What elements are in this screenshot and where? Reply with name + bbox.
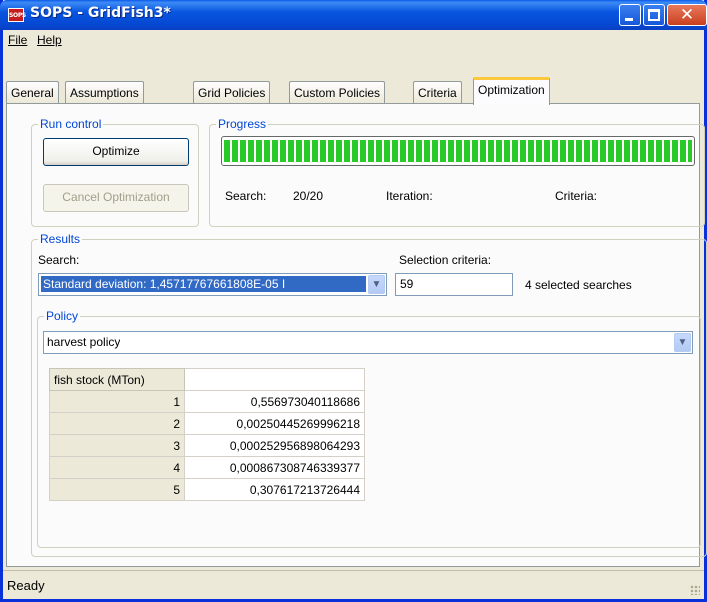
tab-optimization[interactable]: Optimization <box>473 77 550 105</box>
progress-bar-fill <box>224 140 692 162</box>
table-row: 3 0,000252956898064293 <box>49 434 365 457</box>
table-cell[interactable]: 0,556973040118686 <box>184 390 365 413</box>
maximize-button[interactable] <box>643 4 665 26</box>
table-row: 1 0,556973040118686 <box>49 390 365 413</box>
cancel-optimization-button[interactable]: Cancel Optimization <box>43 184 189 212</box>
search-select[interactable]: Standard deviation: 1,45717767661808E-05… <box>38 273 387 296</box>
tab-custom-policies[interactable]: Custom Policies <box>289 81 386 103</box>
table-row: 4 0,000867308746339377 <box>49 456 365 479</box>
close-icon: ✕ <box>679 5 695 25</box>
selected-searches-count: 4 selected searches <box>525 278 632 292</box>
resize-grip-icon[interactable] <box>690 585 700 595</box>
menu-file-label: File <box>8 33 28 47</box>
row-header[interactable]: 1 <box>49 390 185 413</box>
run-control-label: Run control <box>38 117 104 131</box>
optimization-progress-bar <box>221 136 695 166</box>
optimize-button[interactable]: Optimize <box>43 138 189 166</box>
tab-grid-policies[interactable]: Grid Policies <box>193 81 271 103</box>
tab-general[interactable]: General <box>6 81 59 103</box>
policy-label: Policy <box>44 309 81 323</box>
status-bar: Ready <box>3 570 704 599</box>
app-window: SOPS SOPS - GridFish3* ✕ File Help Gener… <box>0 0 707 602</box>
menu-file[interactable]: File <box>8 33 27 47</box>
iteration-label: Iteration: <box>386 189 433 203</box>
sops-app-icon: SOPS <box>8 8 26 22</box>
table-cell[interactable]: 0,00250445269996218 <box>184 412 365 435</box>
minimize-button[interactable] <box>619 4 641 26</box>
row-header[interactable]: 2 <box>49 412 185 435</box>
search-count-label: Search: <box>225 189 267 203</box>
results-search-label: Search: <box>38 253 80 267</box>
status-text: Ready <box>7 578 45 593</box>
tab-assumptions[interactable]: Assumptions <box>65 81 144 103</box>
selection-criteria-input[interactable]: 59 <box>395 273 513 296</box>
policy-select[interactable]: harvest policy ▼ <box>43 331 693 354</box>
column-header-blank <box>184 368 365 391</box>
chevron-down-icon[interactable]: ▼ <box>674 333 691 352</box>
row-header[interactable]: 4 <box>49 456 185 479</box>
criteria-label: Criteria: <box>555 189 598 203</box>
table-row: 5 0,307617213726444 <box>49 478 365 501</box>
row-header[interactable]: 5 <box>49 478 185 501</box>
selection-criteria-label: Selection criteria: <box>399 253 492 267</box>
search-count-value: 20/20 <box>293 189 324 203</box>
tab-criteria[interactable]: Criteria <box>413 81 462 103</box>
search-select-value: Standard deviation: 1,45717767661808E-05… <box>41 276 366 292</box>
window-title: SOPS - GridFish3* <box>30 5 171 21</box>
title-bar[interactable]: SOPS SOPS - GridFish3* ✕ <box>0 0 707 30</box>
policy-select-value: harvest policy <box>47 335 121 349</box>
column-header[interactable]: fish stock (MTon) <box>49 368 185 391</box>
table-row: 2 0,00250445269996218 <box>49 412 365 435</box>
policy-table: fish stock (MTon) 1 0,556973040118686 2 … <box>49 368 365 501</box>
table-cell[interactable]: 0,000867308746339377 <box>184 456 365 479</box>
results-label: Results <box>38 232 83 246</box>
menu-help-label: Help <box>37 33 62 47</box>
close-button[interactable]: ✕ <box>667 4 707 26</box>
minimize-icon <box>625 18 633 21</box>
table-cell[interactable]: 0,000252956898064293 <box>184 434 365 457</box>
progress-label: Progress <box>216 117 269 131</box>
chevron-down-icon[interactable]: ▼ <box>368 275 385 294</box>
maximize-icon <box>648 9 660 21</box>
menu-bar: File Help <box>3 30 704 50</box>
row-header[interactable]: 3 <box>49 434 185 457</box>
menu-help[interactable]: Help <box>37 33 62 47</box>
table-cell[interactable]: 0,307617213726444 <box>184 478 365 501</box>
